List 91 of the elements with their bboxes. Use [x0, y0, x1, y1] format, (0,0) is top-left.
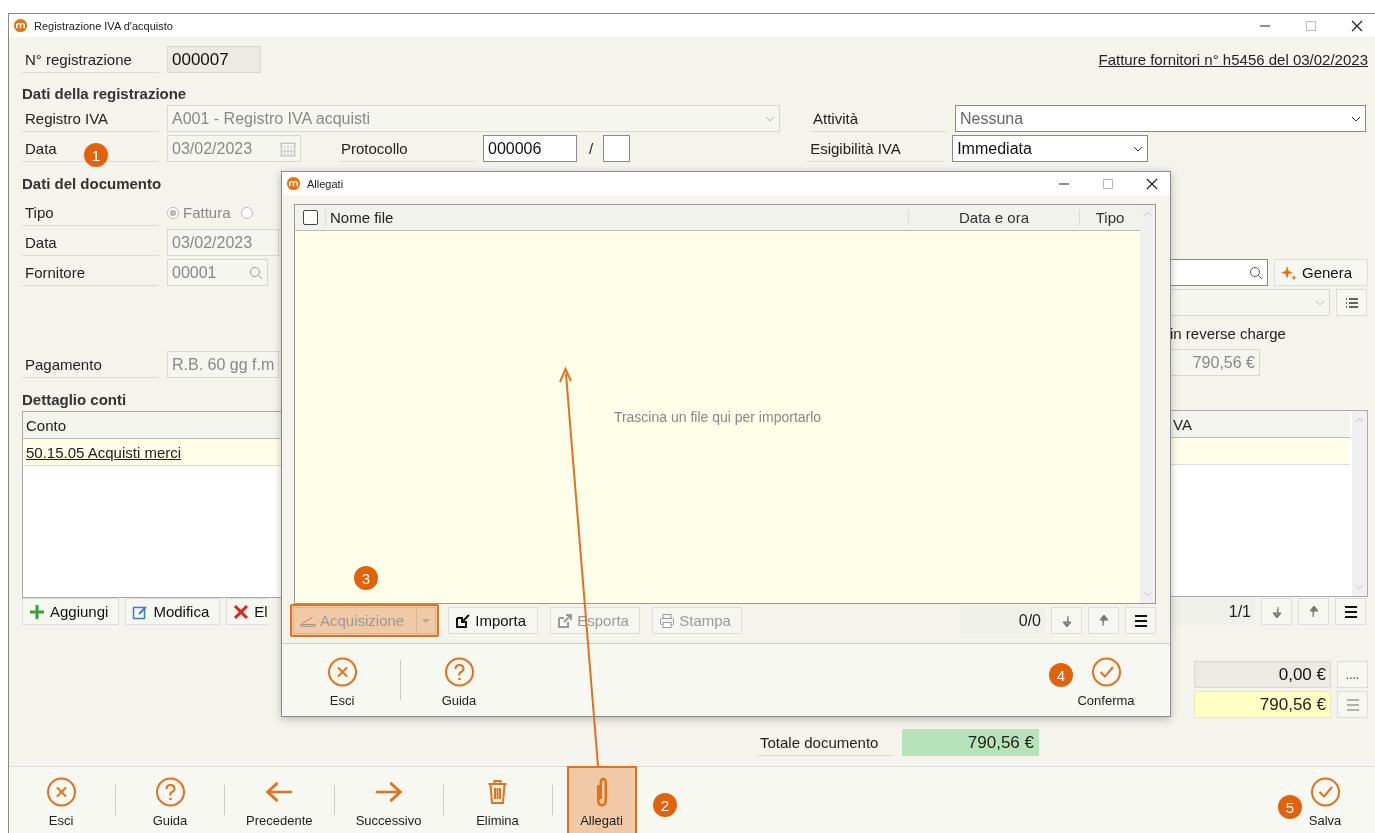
menu-button[interactable] — [1125, 607, 1156, 634]
maximize-icon[interactable] — [1102, 177, 1114, 190]
toolbar-button[interactable]: Importa — [448, 607, 539, 634]
maximize-icon[interactable] — [1305, 19, 1317, 32]
app-logo-icon — [13, 18, 28, 33]
field-label: Protocollo — [338, 135, 475, 162]
column-header: Conto — [23, 412, 281, 439]
app-logo-icon — [286, 176, 301, 191]
toolbar-button[interactable]: Guida — [130, 767, 210, 833]
close-icon[interactable] — [1146, 177, 1158, 190]
table-action-button[interactable]: Modifica — [125, 598, 221, 625]
total-field: 790,56 € — [902, 729, 1039, 756]
move-up-button[interactable] — [1088, 607, 1119, 634]
field-label: Fornitore — [22, 259, 159, 286]
menu-button[interactable] — [1335, 598, 1366, 625]
caret-icon — [765, 115, 775, 122]
delete-icon — [233, 603, 250, 620]
invoice-link[interactable]: Fatture fornitori n° h5456 del 03/02/2023 — [1098, 51, 1368, 68]
amount-field: 790,56 € — [1170, 349, 1260, 376]
close-icon[interactable] — [1351, 19, 1363, 32]
dialog-button[interactable]: Esci — [302, 644, 382, 716]
reverse-charge-label: in reverse charge — [1170, 325, 1287, 344]
field-label: Pagamento — [22, 351, 159, 378]
toolbar-button[interactable]: Successivo — [348, 767, 429, 833]
check-icon — [1309, 776, 1341, 807]
more-button[interactable]: .... — [1337, 661, 1368, 688]
caret-icon — [1351, 115, 1361, 122]
export-icon — [557, 612, 574, 629]
move-down-button[interactable] — [1051, 607, 1082, 634]
select-all-checkbox[interactable] — [302, 210, 318, 225]
empty-message: Trascina un file qui per importarlo — [613, 409, 822, 425]
field-label: N° registrazione — [22, 46, 159, 73]
column-header: Nome file — [325, 209, 908, 226]
registration-number-field: 000007 — [167, 46, 261, 73]
table-action-button[interactable]: El — [226, 598, 268, 625]
radio-button[interactable] — [167, 206, 179, 219]
dropdown-field[interactable] — [1170, 289, 1330, 316]
move-up-button[interactable] — [1298, 598, 1329, 625]
field-label: Totale documento — [757, 729, 894, 756]
search-icon — [249, 265, 263, 280]
table-action-button[interactable]: Aggiungi — [22, 598, 120, 625]
plus-icon — [29, 603, 45, 620]
caret-icon — [1315, 299, 1325, 306]
help-icon — [443, 656, 475, 687]
caret-icon — [1133, 145, 1144, 152]
close-icon — [45, 776, 77, 807]
caret-icon — [421, 617, 432, 624]
net-due-field: 790,56 € — [1194, 691, 1331, 718]
menu-icon — [1132, 612, 1149, 629]
move-down-button[interactable] — [1261, 598, 1292, 625]
toolbar-button[interactable]: Esci — [21, 767, 101, 833]
list-button[interactable] — [1336, 289, 1367, 316]
toolbar-button[interactable]: Precedente — [239, 767, 320, 833]
section-title: Dati del documento — [22, 175, 163, 193]
radio-button[interactable] — [240, 206, 253, 219]
generate-button[interactable]: Genera — [1274, 259, 1368, 286]
activity-select[interactable]: Nessuna — [955, 105, 1366, 132]
column-header: VA — [1170, 411, 1350, 438]
close-icon — [326, 656, 358, 687]
separator-slash: / — [589, 140, 594, 157]
dialog-button[interactable]: Guida — [419, 644, 499, 716]
field-label: Attività — [810, 105, 947, 132]
paperclip-icon — [596, 777, 607, 807]
dialog-title: Allegati — [307, 177, 344, 190]
amount-field: 0,00 € — [1194, 661, 1331, 688]
vat-select[interactable]: Immediata — [952, 135, 1149, 162]
pager-count: 1/1 — [1170, 598, 1255, 625]
menu-icon — [1344, 696, 1361, 713]
search-field[interactable] — [1170, 259, 1268, 286]
field-label: Data — [22, 229, 159, 256]
field-label: Tipo — [22, 199, 159, 226]
menu-icon — [1342, 603, 1359, 620]
field-label: Esigibilità IVA — [807, 135, 945, 162]
edit-icon — [132, 603, 149, 620]
toolbar-button[interactable]: Elimina — [457, 767, 538, 833]
calendar-icon — [280, 140, 296, 157]
import-icon — [455, 612, 472, 629]
field-label: Registro IVA — [22, 105, 159, 132]
protocol-field[interactable]: 000006 — [483, 135, 577, 162]
column-header: Data e ora — [908, 209, 1079, 226]
check-icon — [1090, 656, 1122, 687]
toolbar-button[interactable]: Allegati — [566, 766, 637, 833]
window-title: Registrazione IVA d'acquisto — [34, 19, 173, 32]
search-icon — [1249, 265, 1263, 280]
radio-label: Fattura — [183, 204, 231, 221]
section-title: Dettaglio conti — [22, 391, 128, 409]
pager-count: 0/0 — [960, 607, 1045, 634]
help-icon — [154, 776, 186, 807]
printer-icon — [659, 612, 676, 629]
section-title: Dati della registrazione — [22, 85, 188, 103]
protocol-suffix-field[interactable] — [603, 135, 631, 162]
